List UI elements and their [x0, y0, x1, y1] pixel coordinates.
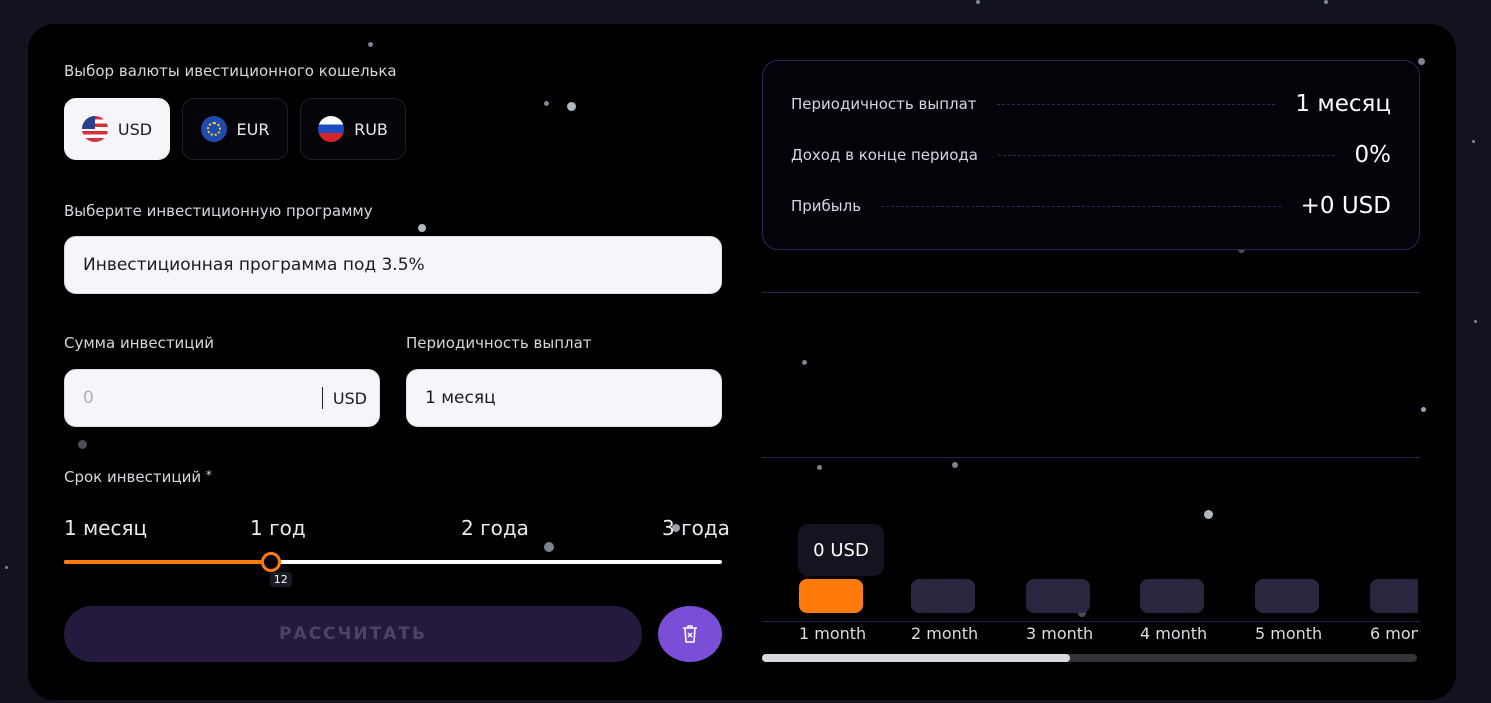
term-label-text: Срок инвестиций [64, 468, 202, 486]
month-label: 3 month [1026, 624, 1094, 643]
slider-fill [64, 560, 271, 564]
dotted-leader [881, 205, 1281, 207]
star [976, 0, 980, 4]
star [1418, 58, 1425, 65]
summary-value: 0% [1354, 142, 1392, 168]
star [418, 224, 426, 232]
eu-flag-icon [200, 116, 227, 142]
month-bar[interactable] [1370, 579, 1418, 613]
us-flag-icon [81, 116, 108, 142]
chart-gridline [762, 457, 1420, 458]
required-mark: * [205, 468, 212, 482]
amount-unit: USD [332, 388, 367, 408]
currency-rub-button[interactable]: RUB [300, 98, 406, 160]
term-tick-2-years: 2 года [461, 516, 529, 540]
amount-label: Сумма инвестиций [64, 334, 215, 352]
month-label: 6 mon [1370, 624, 1418, 643]
input-divider [321, 387, 323, 409]
summary-key: Периодичность выплат [791, 95, 977, 113]
term-tick-1-year: 1 год [250, 516, 306, 540]
dotted-leader [998, 154, 1335, 156]
currency-code: USD [117, 119, 153, 139]
term-label: Срок инвестиций * [64, 468, 212, 486]
calculate-button[interactable]: РАССЧИТАТЬ [64, 606, 642, 662]
month-bar[interactable] [1140, 579, 1204, 613]
star [544, 101, 549, 106]
summary-key: Доход в конце периода [791, 146, 978, 164]
period-label: Периодичность выплат [406, 334, 592, 352]
star [817, 465, 822, 470]
month-bar[interactable] [799, 579, 863, 613]
term-slider[interactable]: 12 [64, 552, 722, 587]
horizontal-scrollbar[interactable] [762, 654, 1417, 662]
scrollbar-thumb[interactable] [762, 654, 1070, 662]
currency-label: Выбор валюты ивестиционного кошелька [64, 62, 397, 80]
star [952, 462, 958, 468]
trash-icon [683, 625, 697, 643]
tooltip-value: 0 USD [813, 539, 869, 561]
month-bar[interactable] [911, 579, 975, 613]
summary-row-period: Периодичность выплат 1 месяц [791, 87, 1391, 121]
term-tick-1-month: 1 месяц [64, 516, 148, 540]
calculator-panel: Выбор валюты ивестиционного кошелька USD… [28, 24, 1456, 700]
star [368, 42, 373, 47]
amount-placeholder: 0 [83, 388, 94, 408]
summary-row-income: Доход в конце периода 0% [791, 138, 1391, 172]
period-select[interactable]: 1 месяц [406, 369, 722, 427]
currency-code: RUB [354, 119, 388, 139]
summary-card: Периодичность выплат 1 месяц Доход в кон… [762, 60, 1420, 250]
slider-thumb[interactable] [260, 552, 281, 572]
star [5, 566, 8, 569]
ru-flag-icon [318, 116, 345, 142]
clear-button[interactable] [658, 606, 722, 662]
star [567, 102, 576, 111]
period-value: 1 месяц [425, 388, 496, 408]
star [1421, 407, 1426, 412]
star [1324, 0, 1328, 4]
month-label: 4 month [1140, 624, 1208, 643]
summary-value: +0 USD [1300, 193, 1391, 219]
currency-code: EUR [236, 119, 270, 139]
amount-input[interactable]: 0 USD [64, 369, 380, 427]
star [1472, 140, 1475, 143]
month-label: 5 month [1255, 624, 1323, 643]
month-label: 2 month [911, 624, 979, 643]
program-value: Инвестиционная программа под 3.5% [83, 255, 425, 275]
month-bar[interactable] [1026, 579, 1090, 613]
chart-gridline [762, 292, 1420, 293]
summary-value: 1 месяц [1295, 91, 1391, 117]
star [802, 360, 807, 365]
currency-eur-button[interactable]: EUR [182, 98, 288, 160]
star [544, 542, 554, 552]
slider-value-badge: 12 [269, 572, 292, 587]
dotted-leader [996, 103, 1276, 105]
star [1474, 320, 1477, 323]
term-tick-3-years: 3 года [662, 516, 730, 540]
timeline-track: 1 month 2 month 3 month 4 month 5 month … [762, 564, 1418, 654]
program-select[interactable]: Инвестиционная программа под 3.5% [64, 236, 722, 294]
star [1204, 510, 1213, 519]
currency-usd-button[interactable]: USD [64, 98, 170, 160]
month-label: 1 month [799, 624, 867, 643]
star [78, 440, 87, 449]
month-bar[interactable] [1255, 579, 1319, 613]
summary-key: Прибыль [791, 197, 862, 215]
program-label: Выберите инвестиционную программу [64, 202, 373, 220]
summary-row-profit: Прибыль +0 USD [791, 189, 1391, 223]
